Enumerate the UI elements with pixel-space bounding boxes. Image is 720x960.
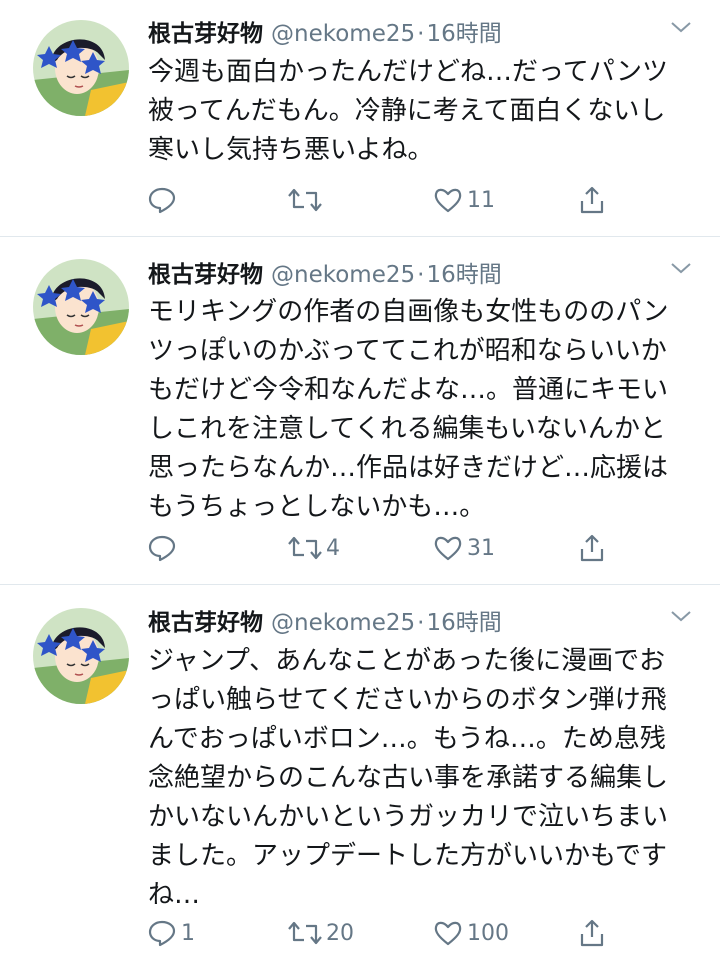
tweet-text-line: もだけど今令和なんだよな…。普通にキモい — [148, 375, 669, 405]
tweet-text-line: 被ってんだもん。冷静に考えて面白くないし — [148, 96, 666, 126]
display-name[interactable]: 根古芽好物 — [148, 21, 263, 47]
like-button[interactable]: 11 — [433, 183, 495, 217]
tweet-text-line: ね… — [148, 880, 201, 910]
user-handle[interactable]: @nekome25 — [271, 21, 415, 47]
tweet-text-line: っぱい触らせてくださいからのボタン弾け飛 — [148, 685, 667, 715]
tweet-header: 根古芽好物 @nekome25·16時間 — [148, 603, 720, 639]
avatar[interactable] — [33, 20, 129, 116]
tweet-text-line: 今週も面白かったんだけどね…だってパンツ — [148, 57, 669, 87]
retweet-button[interactable]: 4 — [288, 531, 340, 565]
reply-icon — [148, 535, 176, 562]
chevron-down-icon[interactable] — [670, 609, 692, 623]
like-count: 100 — [467, 920, 509, 946]
share-button[interactable] — [577, 916, 607, 950]
heart-icon — [434, 188, 462, 213]
tweet-text-line: モリキングの作者の自画像も女性もののパン — [148, 297, 669, 327]
reply-count: 1 — [181, 920, 195, 946]
tweet-text: 今週も面白かったんだけどね…だってパンツ 被ってんだもん。冷静に考えて面白くない… — [148, 53, 708, 170]
chevron-down-icon[interactable] — [670, 261, 692, 275]
retweet-icon — [288, 921, 322, 945]
retweet-icon — [288, 536, 322, 560]
tweet[interactable]: 根古芽好物 @nekome25·16時間 今週も面白かったんだけどね…だってパンツ… — [0, 0, 720, 236]
reply-icon — [148, 187, 176, 214]
heart-icon — [434, 536, 462, 561]
tweet-text-line: ました。アップデートした方がいいかもです — [148, 841, 667, 871]
avatar[interactable] — [33, 259, 129, 355]
tweet-header: 根古芽好物 @nekome25·16時間 — [148, 14, 720, 50]
tweet-text-line: ツっぽいのかぶっててこれが昭和ならいいか — [148, 336, 667, 366]
timestamp[interactable]: 16時間 — [426, 262, 501, 288]
separator-dot: · — [417, 610, 425, 636]
tweet-text-line: もうちょっとしないかも…。 — [148, 492, 486, 522]
retweet-count: 20 — [326, 920, 354, 946]
display-name[interactable]: 根古芽好物 — [148, 262, 263, 288]
share-icon — [580, 534, 604, 562]
tweet-text-line: んでおっぱいボロン…。もうね…。ため息残 — [148, 724, 666, 754]
timestamp[interactable]: 16時間 — [426, 610, 501, 636]
reply-button[interactable]: 1 — [147, 916, 195, 950]
timestamp[interactable]: 16時間 — [426, 21, 501, 47]
chevron-down-icon[interactable] — [670, 20, 692, 34]
share-button[interactable] — [577, 183, 607, 217]
like-button[interactable]: 100 — [433, 916, 509, 950]
retweet-count: 4 — [326, 535, 340, 561]
tweet-text-line: ジャンプ、あんなことがあった後に漫画でお — [148, 646, 666, 676]
retweet-button[interactable] — [288, 183, 326, 217]
tweet-text-line: 念絶望からのこんな古い事を承諾する編集し — [148, 763, 669, 793]
tweet[interactable]: 根古芽好物 @nekome25·16時間 ジャンプ、あんなことがあった後に漫画でお… — [0, 585, 720, 960]
tweet[interactable]: 根古芽好物 @nekome25·16時間 モリキングの作者の自画像も女性もののパン… — [0, 237, 720, 584]
user-handle[interactable]: @nekome25 — [271, 610, 415, 636]
avatar-image — [33, 608, 129, 704]
display-name[interactable]: 根古芽好物 — [148, 610, 263, 636]
tweet-text-line: かいないんかいというガッカリで泣いちまい — [148, 802, 669, 832]
separator-dot: · — [417, 21, 425, 47]
tweet-actions: 4 31 — [0, 531, 720, 565]
tweet-actions: 1 20 100 — [0, 916, 720, 950]
user-handle[interactable]: @nekome25 — [271, 262, 415, 288]
like-button[interactable]: 31 — [433, 531, 495, 565]
like-count: 31 — [467, 535, 495, 561]
avatar[interactable] — [33, 608, 129, 704]
share-icon — [580, 186, 604, 214]
tweet-text-line: しこれを注意してくれる編集もいないんかと — [148, 414, 666, 444]
share-button[interactable] — [577, 531, 607, 565]
avatar-image — [33, 20, 129, 116]
tweet-text-line: 思ったらなんか…作品は好きだけど…応援は — [148, 453, 669, 483]
retweet-button[interactable]: 20 — [288, 916, 354, 950]
separator-dot: · — [417, 262, 425, 288]
share-icon — [580, 919, 604, 947]
reply-button[interactable] — [147, 531, 181, 565]
reply-button[interactable] — [147, 183, 181, 217]
tweet-text: ジャンプ、あんなことがあった後に漫画でお っぱい触らせてくださいからのボタン弾け… — [148, 642, 708, 915]
retweet-icon — [288, 188, 322, 212]
tweet-actions: 11 — [0, 183, 720, 217]
like-count: 11 — [467, 187, 495, 213]
avatar-image — [33, 259, 129, 355]
reply-icon — [148, 920, 176, 947]
tweet-header: 根古芽好物 @nekome25·16時間 — [148, 255, 720, 291]
tweet-text-line: 寒いし気持ち悪いよね。 — [148, 135, 434, 165]
tweet-text: モリキングの作者の自画像も女性もののパン ツっぽいのかぶっててこれが昭和ならいい… — [148, 293, 708, 527]
heart-icon — [434, 921, 462, 946]
